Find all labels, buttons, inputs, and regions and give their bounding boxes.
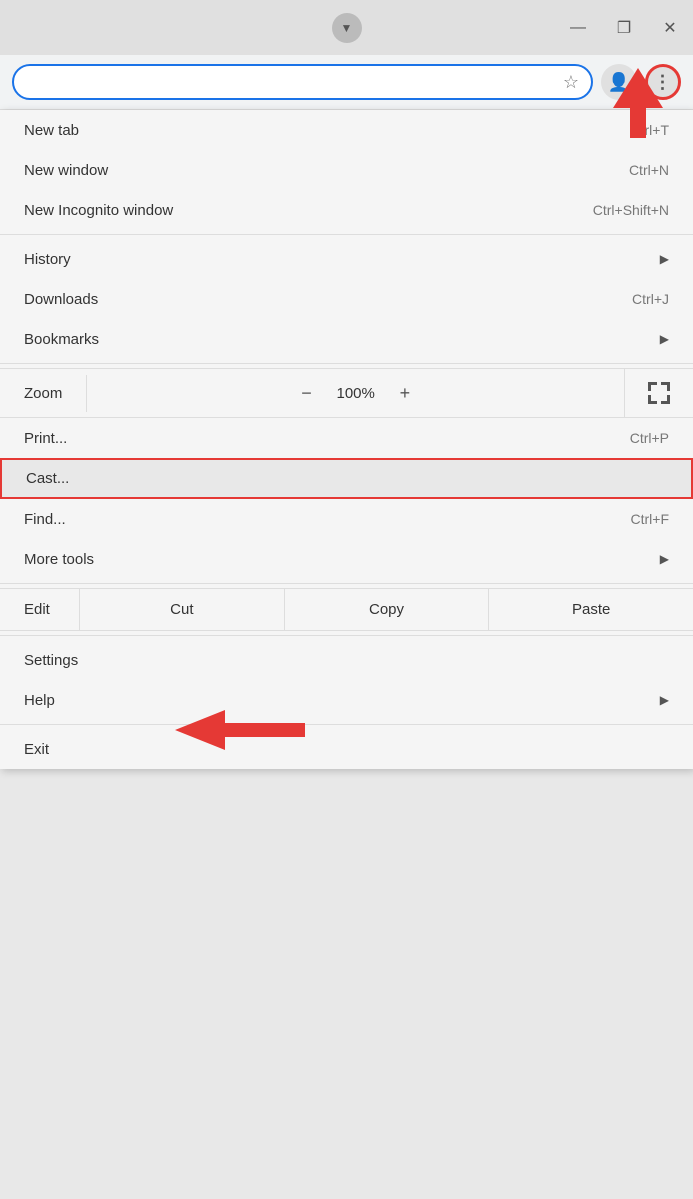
red-arrow-up-annotation: [608, 68, 668, 138]
minimize-button[interactable]: —: [555, 0, 601, 55]
zoom-controls: − 100% +: [87, 369, 625, 417]
address-bar[interactable]: ☆: [12, 64, 593, 100]
title-bar-dropdown[interactable]: ▼: [332, 13, 362, 43]
divider-5: [0, 724, 693, 725]
red-arrow-left-annotation: [175, 705, 305, 755]
restore-button[interactable]: ❐: [601, 0, 647, 55]
menu-item-history[interactable]: History ▶: [0, 239, 693, 279]
menu-item-cast[interactable]: Cast...: [0, 458, 693, 499]
divider-2: [0, 363, 693, 364]
title-bar-controls: — ❐ ✕: [555, 0, 693, 55]
divider-1: [0, 234, 693, 235]
star-icon[interactable]: ☆: [563, 72, 579, 93]
menu-item-new-incognito[interactable]: New Incognito window Ctrl+Shift+N: [0, 190, 693, 230]
fullscreen-button[interactable]: [625, 369, 693, 417]
title-bar: ▼ — ❐ ✕: [0, 0, 693, 55]
zoom-row: Zoom − 100% +: [0, 368, 693, 418]
zoom-value: 100%: [336, 385, 374, 402]
menu-container: New tab Ctrl+T New window Ctrl+N New Inc…: [0, 110, 693, 769]
fullscreen-icon: [645, 379, 673, 407]
menu-item-new-window[interactable]: New window Ctrl+N: [0, 150, 693, 190]
edit-label: Edit: [0, 589, 80, 630]
menu-item-downloads[interactable]: Downloads Ctrl+J: [0, 279, 693, 319]
menu-item-find[interactable]: Find... Ctrl+F: [0, 499, 693, 539]
close-button[interactable]: ✕: [647, 0, 693, 55]
zoom-minus-button[interactable]: −: [292, 379, 320, 407]
edit-row: Edit Cut Copy Paste: [0, 588, 693, 631]
cut-button[interactable]: Cut: [80, 589, 285, 630]
menu-item-help[interactable]: Help ▶: [0, 680, 693, 720]
zoom-plus-button[interactable]: +: [391, 379, 419, 407]
menu-item-bookmarks[interactable]: Bookmarks ▶: [0, 319, 693, 359]
divider-4: [0, 635, 693, 636]
menu-item-print[interactable]: Print... Ctrl+P: [0, 418, 693, 458]
copy-button[interactable]: Copy: [285, 589, 490, 630]
address-bar-row: ☆ 👤 ⋮: [0, 55, 693, 110]
dropdown-icon: ▼: [341, 21, 353, 35]
url-input[interactable]: [26, 74, 563, 90]
zoom-label: Zoom: [0, 375, 87, 412]
menu-item-more-tools[interactable]: More tools ▶: [0, 539, 693, 579]
menu-item-exit[interactable]: Exit: [0, 729, 693, 769]
divider-3: [0, 583, 693, 584]
menu-item-new-tab[interactable]: New tab Ctrl+T: [0, 110, 693, 150]
title-bar-center: ▼: [332, 13, 362, 43]
menu-item-settings[interactable]: Settings: [0, 640, 693, 680]
paste-button[interactable]: Paste: [489, 589, 693, 630]
